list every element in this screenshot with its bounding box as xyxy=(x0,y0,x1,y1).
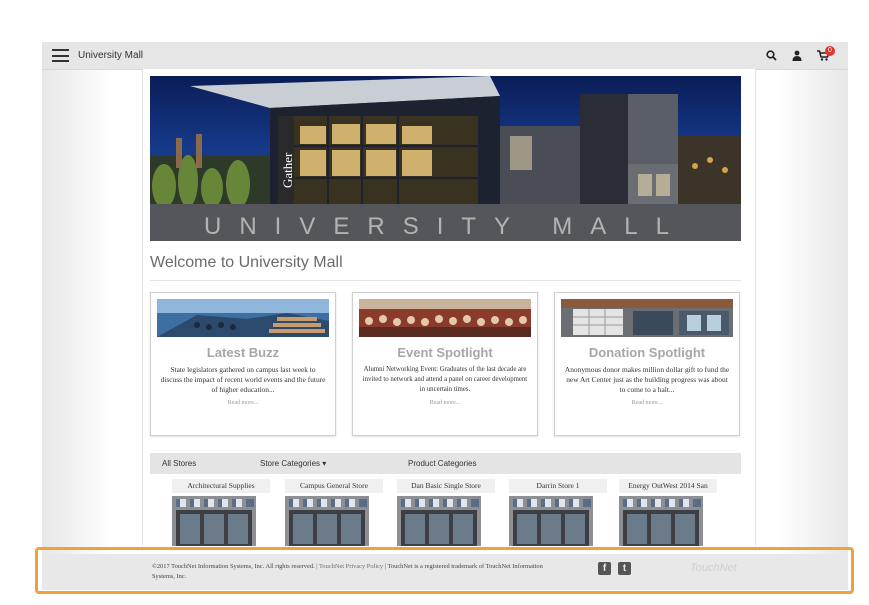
store-name: Darrin Store 1 xyxy=(509,479,607,493)
store-tile[interactable]: Dan Basic Single Store xyxy=(397,479,495,546)
card-text: Anonymous donor makes million dollar gif… xyxy=(563,365,731,408)
store-name: Energy OutWest 2014 San xyxy=(619,479,717,493)
storefront-icon xyxy=(509,496,593,546)
card-text: Alumni Networking Event: Graduates of th… xyxy=(361,366,529,408)
card-title: Latest Buzz xyxy=(206,345,280,360)
news-card-donation-spotlight: Donation Spotlight Anonymous donor makes… xyxy=(554,292,740,436)
gather-sign: Gather xyxy=(280,152,295,188)
read-more-link[interactable]: Read more... xyxy=(361,398,529,408)
card-text: State legislators gathered on campus las… xyxy=(159,365,327,408)
store-nav-bar: All Stores Store Categories ▾ Product Ca… xyxy=(150,453,741,474)
cart-count-badge: 0 xyxy=(825,45,835,56)
storefront-icon xyxy=(285,496,369,546)
read-more-link[interactable]: Read more... xyxy=(563,398,731,408)
user-icon[interactable] xyxy=(788,47,806,65)
storefront-icon xyxy=(397,496,481,546)
store-tile[interactable]: Darrin Store 1 xyxy=(509,479,607,546)
product-categories-tab[interactable]: Product Categories xyxy=(408,459,476,468)
read-more-link[interactable]: Read more... xyxy=(159,398,327,408)
search-icon[interactable] xyxy=(762,47,780,65)
store-name: Campus General Store xyxy=(285,479,383,493)
main-content: Gather UNIVERSITY MALL Welcome to Univer… xyxy=(142,69,756,546)
caret-down-icon: ▾ xyxy=(322,459,327,468)
storefront-icon xyxy=(619,496,703,546)
menu-icon[interactable] xyxy=(52,49,69,62)
store-tile[interactable]: Campus General Store xyxy=(285,479,383,546)
news-card-latest-buzz: Latest Buzz State legislators gathered o… xyxy=(150,292,336,436)
card-title: Event Spotlight xyxy=(397,345,493,360)
store-categories-dropdown[interactable]: Store Categories ▾ xyxy=(260,459,326,468)
all-stores-tab[interactable]: All Stores xyxy=(162,459,196,468)
store-tile[interactable]: Energy OutWest 2014 San xyxy=(619,479,717,546)
event-spotlight-image xyxy=(359,299,531,337)
footer-highlight-box xyxy=(35,547,854,594)
card-title: Donation Spotlight xyxy=(588,345,706,360)
store-tile[interactable]: Architectural Supplies xyxy=(172,479,270,546)
store-name: Architectural Supplies xyxy=(172,479,270,493)
storefront-icon xyxy=(172,496,256,546)
latest-buzz-image xyxy=(157,299,329,337)
banner-title: UNIVERSITY MALL xyxy=(204,213,687,240)
news-card-event-spotlight: Event Spotlight Alumni Networking Event:… xyxy=(352,292,538,436)
cart-icon[interactable]: 0 xyxy=(814,45,835,65)
welcome-heading: Welcome to University Mall xyxy=(150,254,741,281)
donation-spotlight-image xyxy=(561,299,733,337)
store-name: Dan Basic Single Store xyxy=(397,479,495,493)
site-brand[interactable]: University Mall xyxy=(78,50,143,61)
top-navbar: University Mall 0 xyxy=(42,42,848,70)
hero-banner: Gather UNIVERSITY MALL xyxy=(150,76,741,241)
